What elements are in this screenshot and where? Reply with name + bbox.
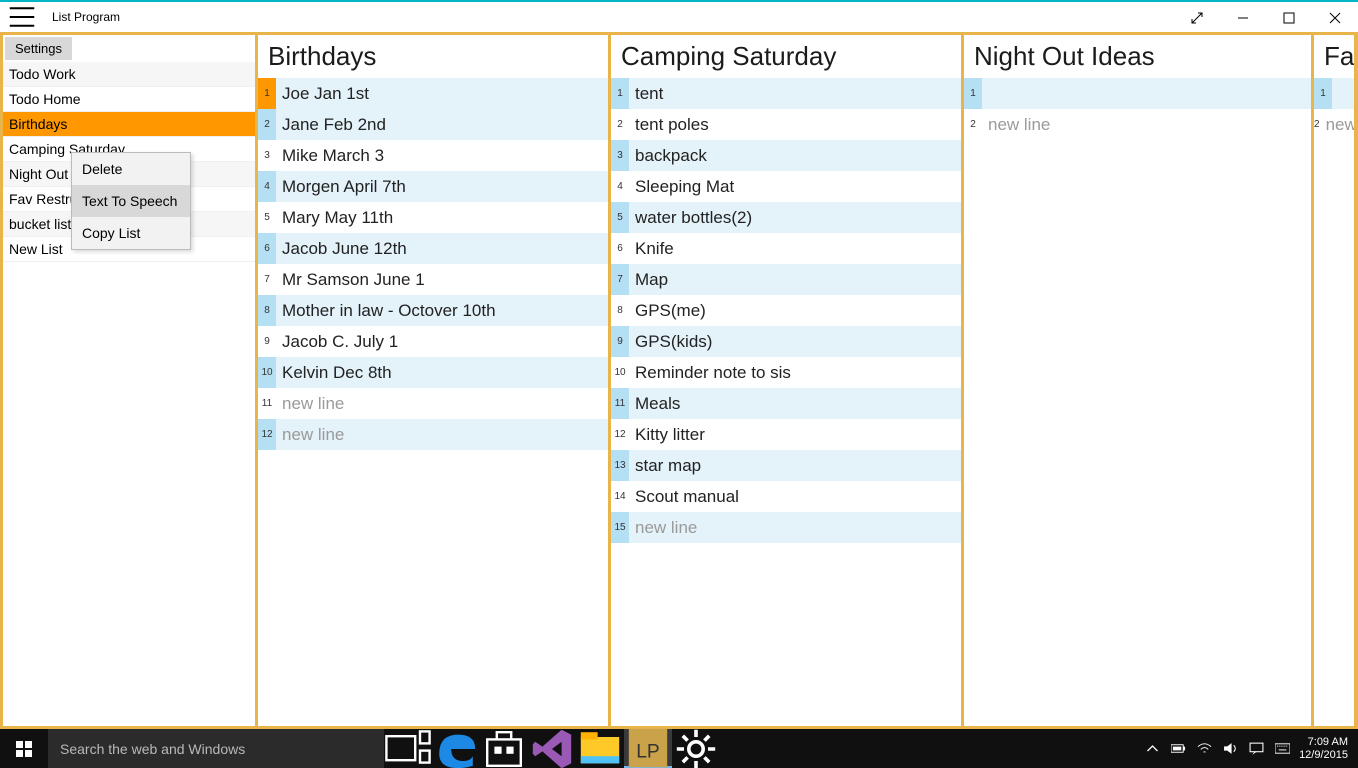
list-row[interactable]: 4Morgen April 7th — [258, 171, 608, 202]
list-row[interactable]: 5Mary May 11th — [258, 202, 608, 233]
keyboard-icon[interactable] — [1273, 740, 1291, 758]
list-row[interactable]: 8Mother in law - Octover 10th — [258, 295, 608, 326]
list-row-new[interactable]: 12new line — [258, 419, 608, 450]
clock-time: 7:09 AM — [1299, 736, 1348, 749]
list-row-new[interactable]: 2new line — [1314, 109, 1354, 140]
list-row[interactable]: 10Kelvin Dec 8th — [258, 357, 608, 388]
battery-icon[interactable] — [1169, 740, 1187, 758]
context-menu: Delete Text To Speech Copy List — [71, 152, 191, 250]
action-center-icon[interactable] — [1247, 740, 1265, 758]
list-row[interactable]: 6Jacob June 12th — [258, 233, 608, 264]
context-text-to-speech[interactable]: Text To Speech — [72, 185, 190, 217]
minimize-button[interactable] — [1220, 2, 1266, 34]
list-row[interactable]: 9Jacob C. July 1 — [258, 326, 608, 357]
list-row[interactable]: 12Kitty litter — [611, 419, 961, 450]
list-row[interactable]: 13star map — [611, 450, 961, 481]
list-column-birthdays: Birthdays 1Joe Jan 1st 2Jane Feb 2nd 3Mi… — [258, 35, 608, 726]
list-row[interactable]: 9GPS(kids) — [611, 326, 961, 357]
list-row[interactable]: 8GPS(me) — [611, 295, 961, 326]
settings-button[interactable]: Settings — [5, 37, 72, 60]
taskbar-clock[interactable]: 7:09 AM 12/9/2015 — [1299, 736, 1352, 762]
list-row[interactable]: 3backpack — [611, 140, 961, 171]
sidebar-item-todo-work[interactable]: Todo Work — [3, 62, 255, 87]
list-row[interactable]: 5water bottles(2) — [611, 202, 961, 233]
system-tray: 7:09 AM 12/9/2015 — [1143, 729, 1358, 768]
list-title: Birthdays — [258, 35, 608, 78]
context-copy-list[interactable]: Copy List — [72, 217, 190, 249]
list-column-camping: Camping Saturday 1tent 2tent poles 3back… — [611, 35, 961, 726]
list-row[interactable]: 1 — [1314, 78, 1354, 109]
sidebar-item-todo-home[interactable]: Todo Home — [3, 87, 255, 112]
context-delete[interactable]: Delete — [72, 153, 190, 185]
list-title: Camping Saturday — [611, 35, 961, 78]
search-placeholder: Search the web and Windows — [60, 741, 245, 757]
hamburger-icon[interactable] — [8, 3, 36, 31]
edge-icon[interactable] — [432, 729, 480, 768]
workspace: Settings Todo Work Todo Home Birthdays C… — [0, 32, 1358, 729]
close-button[interactable] — [1312, 2, 1358, 34]
svg-text:LP: LP — [636, 741, 659, 762]
list-row[interactable]: 1tent — [611, 78, 961, 109]
list-row[interactable]: 7Mr Samson June 1 — [258, 264, 608, 295]
list-row[interactable]: 2Jane Feb 2nd — [258, 109, 608, 140]
list-title: Night Out Ideas — [964, 35, 1311, 78]
start-button[interactable] — [0, 729, 48, 768]
list-row[interactable]: 10Reminder note to sis — [611, 357, 961, 388]
clock-date: 12/9/2015 — [1299, 749, 1348, 762]
list-column-night-out: Night Out Ideas 1 2new line — [964, 35, 1311, 726]
sidebar-item-birthdays[interactable]: Birthdays — [3, 112, 255, 137]
list-program-taskbar-icon[interactable]: LP — [624, 729, 672, 768]
volume-icon[interactable] — [1221, 740, 1239, 758]
list-row[interactable]: 14Scout manual — [611, 481, 961, 512]
task-view-icon[interactable] — [384, 729, 432, 768]
list-column-fav-restaurants: Fav Restrurants 1 2new line — [1314, 35, 1354, 726]
window-title: List Program — [52, 10, 120, 24]
list-row-new[interactable]: 15new line — [611, 512, 961, 543]
list-row[interactable]: 7Map — [611, 264, 961, 295]
titlebar: List Program — [0, 0, 1358, 32]
list-row-new[interactable]: 11new line — [258, 388, 608, 419]
taskbar-search[interactable]: Search the web and Windows — [48, 729, 384, 768]
list-row[interactable]: 4Sleeping Mat — [611, 171, 961, 202]
maximize-button[interactable] — [1266, 2, 1312, 34]
wifi-icon[interactable] — [1195, 740, 1213, 758]
list-row[interactable]: 1 — [964, 78, 1311, 109]
visual-studio-icon[interactable] — [528, 729, 576, 768]
taskbar: Search the web and Windows LP — [0, 729, 1358, 768]
list-row[interactable]: 6Knife — [611, 233, 961, 264]
list-row[interactable]: 2tent poles — [611, 109, 961, 140]
list-title: Fav Restrurants — [1314, 35, 1354, 78]
list-row[interactable]: 3Mike March 3 — [258, 140, 608, 171]
sidebar: Settings Todo Work Todo Home Birthdays C… — [3, 35, 255, 726]
list-row-new[interactable]: 2new line — [964, 109, 1311, 140]
expand-icon[interactable] — [1174, 2, 1220, 34]
list-row[interactable]: 1Joe Jan 1st — [258, 78, 608, 109]
store-icon[interactable] — [480, 729, 528, 768]
tray-chevron-icon[interactable] — [1143, 740, 1161, 758]
settings-gear-icon[interactable] — [672, 729, 720, 768]
list-row[interactable]: 11Meals — [611, 388, 961, 419]
file-explorer-icon[interactable] — [576, 729, 624, 768]
